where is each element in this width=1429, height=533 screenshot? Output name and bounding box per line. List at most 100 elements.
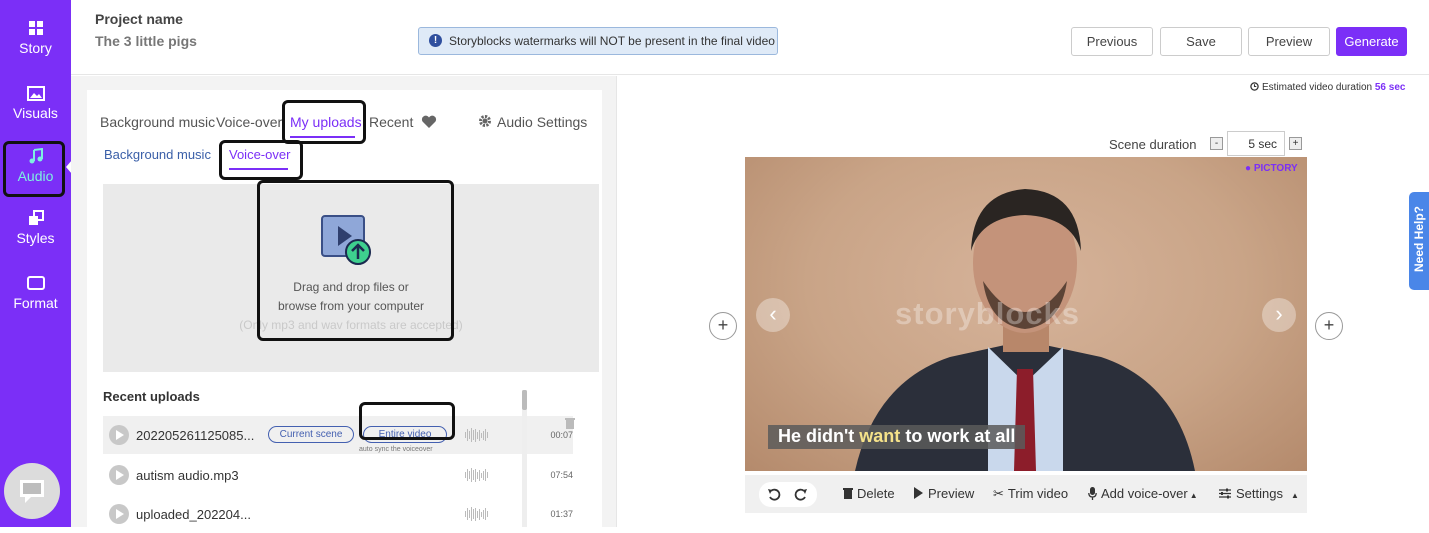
undo-icon[interactable] [767,487,781,501]
project-name[interactable]: The 3 little pigs [95,33,197,49]
add-scene-before-button[interactable]: + [709,312,737,340]
format-icon [26,276,45,290]
top-bar: Project name The 3 little pigs ! Storybl… [71,0,1429,75]
play-icon[interactable] [109,465,129,485]
scissors-icon: ✂ [993,486,1004,501]
my-uploads-highlight-box [282,100,366,144]
sidebar-item-visuals[interactable]: Visuals [0,86,71,146]
grid-icon [28,21,43,35]
microphone-icon [1088,487,1097,500]
play-icon[interactable] [109,504,129,524]
need-help-label: Need Help? [1412,206,1426,273]
subtab-background-music[interactable]: Background music [104,147,211,162]
upload-duration: 00:07 [550,430,573,440]
preview-label: Preview [928,486,975,501]
storyblocks-watermark: storyblocks [895,296,1081,331]
pictory-logo: ● PICTORY [1245,163,1298,174]
chevron-left-icon[interactable]: ‹ [756,298,790,332]
list-item[interactable]: 202205261125085... Current scene Entire … [103,416,575,454]
heart-icon[interactable] [421,115,437,129]
upload-filename: 202205261125085... [136,428,255,443]
pictory-brand: PICTORY [1253,163,1298,174]
image-icon [26,86,45,101]
caret-up-icon: ▲ [1189,491,1198,500]
sidebar-item-styles[interactable]: Styles [0,210,71,270]
recent-uploads-title: Recent uploads [103,389,200,404]
trim-video-button[interactable]: ✂ Trim video [993,486,1068,502]
previous-button[interactable]: Previous [1071,27,1153,56]
scene-duration-increase[interactable]: + [1289,137,1302,150]
current-scene-button[interactable]: Current scene [268,426,354,443]
generate-button[interactable]: Generate [1336,27,1407,56]
entire-video-highlight-box [359,402,455,440]
chevron-right-icon[interactable]: › [1262,298,1296,332]
sidebar-item-format[interactable]: Format [0,275,71,335]
sidebar-item-label: Format [13,295,58,311]
add-voiceover-label: Add voice-over [1101,486,1188,501]
audio-settings-link[interactable]: Audio Settings [497,114,587,130]
chat-button[interactable] [4,463,60,519]
caption-highlight: want [859,426,901,446]
uploads-scrollbar[interactable] [522,390,527,527]
upload-filename: uploaded_202204... [136,507,251,522]
dropzone-highlight-box [257,180,454,341]
trash-icon [843,488,853,499]
play-icon [914,487,923,499]
scrollbar-thumb[interactable] [522,390,527,410]
tab-recent[interactable]: Recent [369,114,413,130]
estimated-duration: Estimated video duration 56 sec [1250,82,1405,93]
estimated-label: Estimated video duration [1262,82,1373,93]
voice-over-highlight-box [219,140,303,180]
waveform-icon [465,507,488,521]
trim-label: Trim video [1007,486,1069,501]
scene-toolbar: Delete Preview ✂ Trim video Add voice-ove… [745,475,1307,513]
sync-note: auto sync the voiceover [359,446,433,453]
audio-highlight-box [3,141,65,197]
panel-divider [616,76,617,527]
undo-redo-group [759,482,817,507]
styles-icon [28,210,44,225]
sidebar: Story Visuals Audio Styles Format [0,0,72,527]
watermark-notice: ! Storyblocks watermarks will NOT be pre… [418,27,778,55]
list-item[interactable]: uploaded_202204... 01:37 [103,495,573,533]
video-caption[interactable]: He didn't want to work at all [768,425,1026,449]
caret-up-icon: ▲ [1290,491,1299,500]
delete-label: Delete [857,486,895,501]
preview-scene-button[interactable]: Preview [913,486,974,501]
tab-background-music[interactable]: Background music [100,114,215,130]
need-help-tab[interactable]: Need Help? [1409,192,1429,290]
upload-filename: autism audio.mp3 [136,468,239,483]
waveform-icon [465,468,488,482]
scene-duration-decrease[interactable]: - [1210,137,1223,150]
notice-text: Storyblocks watermarks will NOT be prese… [449,34,775,48]
sliders-icon [1219,488,1231,499]
upload-duration: 01:37 [550,509,573,519]
sidebar-item-label: Story [19,40,52,56]
gear-icon[interactable] [478,114,492,128]
delete-scene-button[interactable]: Delete [843,486,895,501]
sidebar-item-story[interactable]: Story [0,20,71,80]
video-preview[interactable]: ● PICTORY ‹ › storyblocks He didn't want… [745,157,1307,471]
caption-pre: He didn't [778,426,855,446]
clock-icon [1250,82,1259,91]
caption-post: to work at all [905,426,1016,446]
tab-voice-over[interactable]: Voice-over [216,114,282,130]
sidebar-item-label: Styles [16,230,55,246]
upload-duration: 07:54 [550,470,573,480]
play-icon[interactable] [109,425,129,445]
scene-duration-input[interactable]: 5 sec [1227,131,1285,156]
info-icon: ! [429,34,442,47]
redo-icon[interactable] [794,487,808,501]
sidebar-item-label: Visuals [13,105,58,121]
trash-icon[interactable] [565,417,575,429]
save-button[interactable]: Save [1160,27,1242,56]
preview-button[interactable]: Preview [1248,27,1330,56]
list-item[interactable]: autism audio.mp3 07:54 [103,456,573,494]
add-voiceover-button[interactable]: Add voice-over ▲ [1088,486,1198,501]
waveform-icon [465,428,488,442]
scene-settings-button[interactable]: Settings ▲ [1219,486,1299,501]
settings-label: Settings [1236,486,1283,501]
audio-panel: Background music Voice-over My uploads R… [71,76,616,527]
add-scene-after-button[interactable]: + [1315,312,1343,340]
scene-duration-label: Scene duration [1109,137,1197,152]
